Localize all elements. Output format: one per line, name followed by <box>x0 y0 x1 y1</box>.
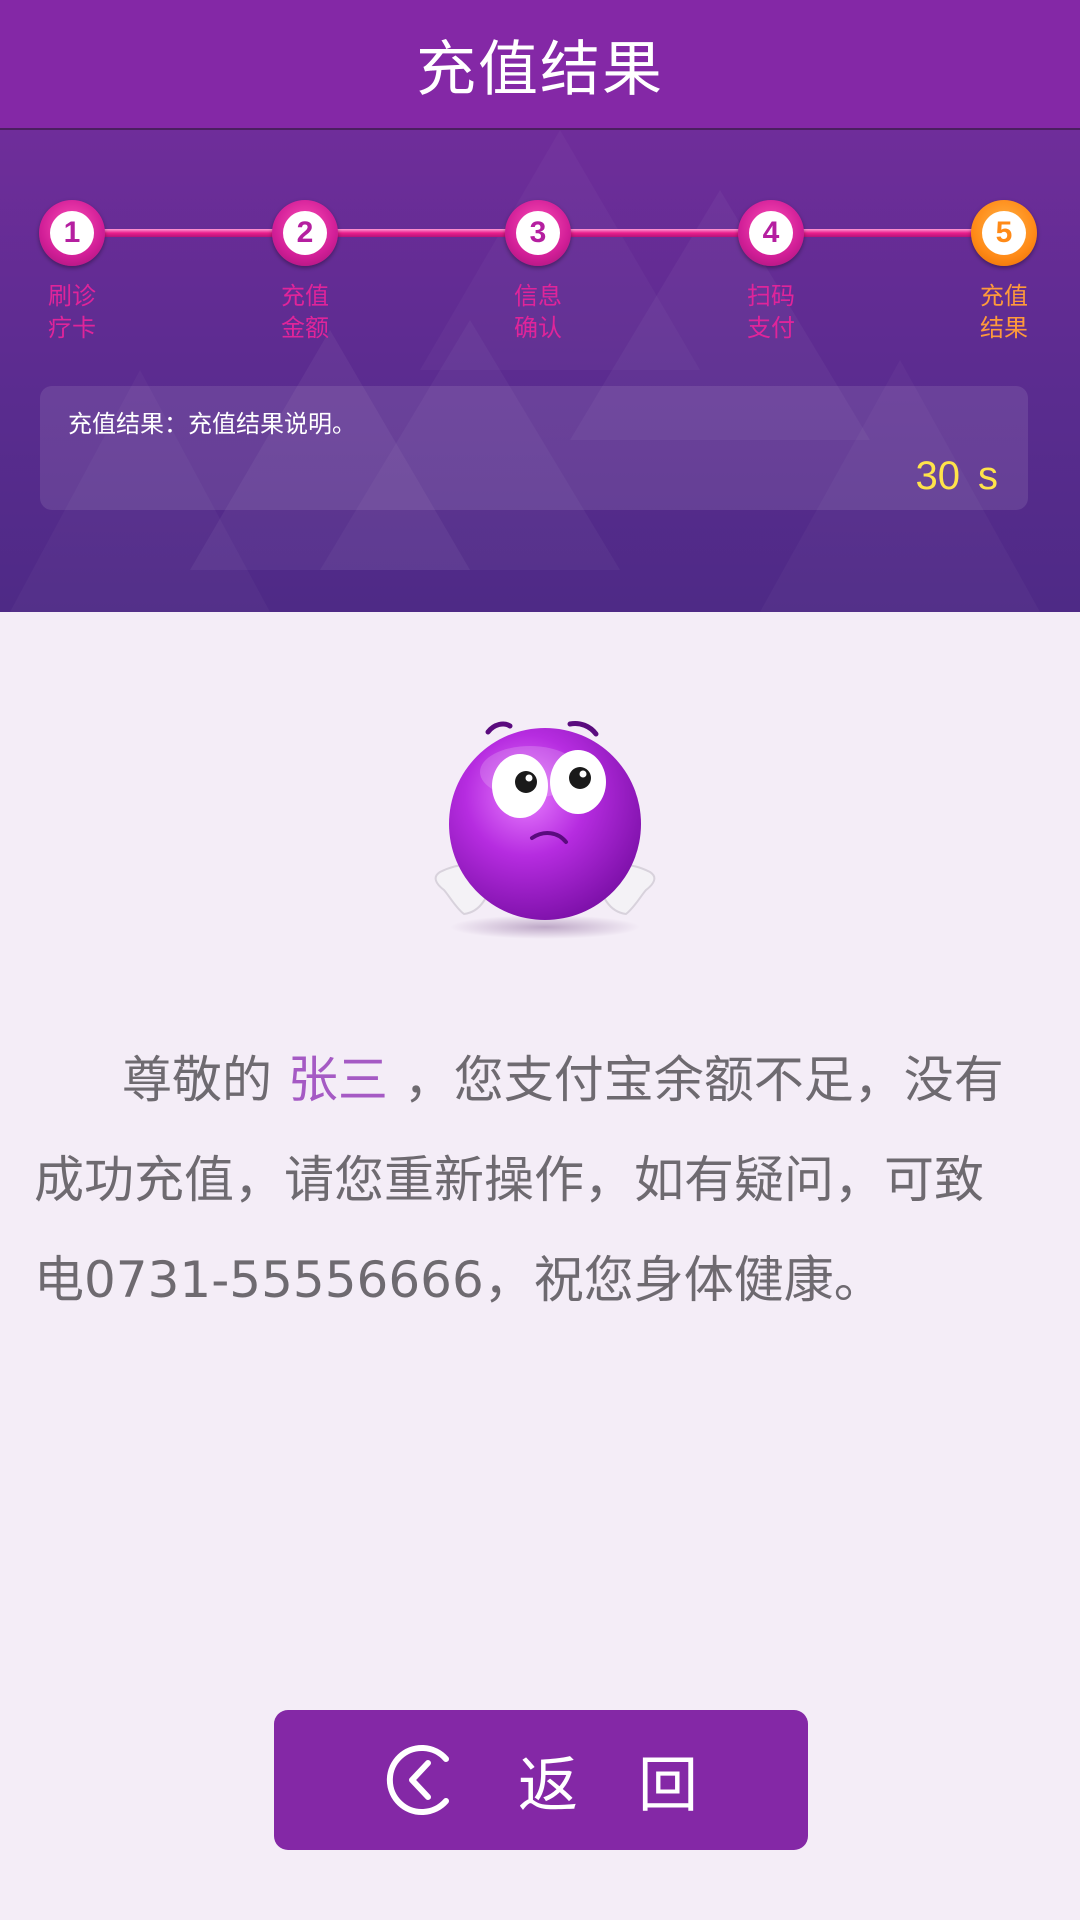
step-circle-active: 5 <box>971 200 1037 266</box>
greeting-prefix: 尊敬的 <box>122 1051 272 1109</box>
step-3: 3 信息 确认 <box>478 200 598 344</box>
user-name: 张三 <box>287 1051 388 1109</box>
countdown-unit: s <box>978 454 998 498</box>
result-info-box: 充值结果：充值结果说明。 30 s <box>40 386 1028 510</box>
step-number: 5 <box>982 211 1026 255</box>
confused-shrug-emoji-icon <box>434 721 656 939</box>
step-number: 4 <box>749 211 793 255</box>
step-label-line1: 刷诊 <box>48 282 96 310</box>
step-label-line1: 充值 <box>980 282 1028 310</box>
result-message: 尊敬的 张三 ，您支付宝余额不足，没有成功充值，请您重新操作，如有疑问，可致电0… <box>34 1030 1024 1330</box>
back-circle-icon <box>386 1745 449 1815</box>
step-circle: 1 <box>39 200 105 266</box>
step-label: 充值 结果 <box>944 280 1064 344</box>
step-label: 充值 金额 <box>245 280 365 344</box>
step-label: 扫码 支付 <box>711 280 831 344</box>
result-description: 充值结果：充值结果说明。 <box>68 410 356 438</box>
step-label: 信息 确认 <box>478 280 598 344</box>
countdown-value: 30 <box>915 454 961 498</box>
return-button[interactable]: 返回 <box>274 1710 808 1850</box>
step-5: 5 充值 结果 <box>944 200 1064 344</box>
step-2: 2 充值 金额 <box>245 200 365 344</box>
step-1: 1 刷诊 疗卡 <box>12 200 132 344</box>
step-label-line1: 充值 <box>281 282 329 310</box>
step-label-line1: 信息 <box>514 282 562 310</box>
page-title: 充值结果 <box>416 34 664 105</box>
step-circle: 3 <box>505 200 571 266</box>
step-label-line2: 支付 <box>747 314 795 342</box>
header-bar: 充值结果 <box>0 0 1080 130</box>
step-label-line2: 确认 <box>514 314 562 342</box>
step-label-line2: 疗卡 <box>48 314 96 342</box>
step-number: 1 <box>50 211 94 255</box>
step-number: 2 <box>283 211 327 255</box>
progress-banner: 1 刷诊 疗卡 2 充值 金额 3 信息 确认 4 扫码 支付 5 充值 结果 … <box>0 130 1080 612</box>
countdown-timer: 30 s <box>898 454 999 499</box>
step-4: 4 扫码 支付 <box>711 200 831 344</box>
step-circle: 4 <box>738 200 804 266</box>
step-progress: 1 刷诊 疗卡 2 充值 金额 3 信息 确认 4 扫码 支付 5 充值 结果 <box>0 130 1080 360</box>
step-label: 刷诊 疗卡 <box>12 280 132 344</box>
step-label-line2: 结果 <box>980 314 1028 342</box>
step-label-line2: 金额 <box>281 314 329 342</box>
step-circle: 2 <box>272 200 338 266</box>
step-number: 3 <box>516 211 560 255</box>
return-button-label: 返回 <box>518 1750 758 1821</box>
step-label-line1: 扫码 <box>747 282 795 310</box>
